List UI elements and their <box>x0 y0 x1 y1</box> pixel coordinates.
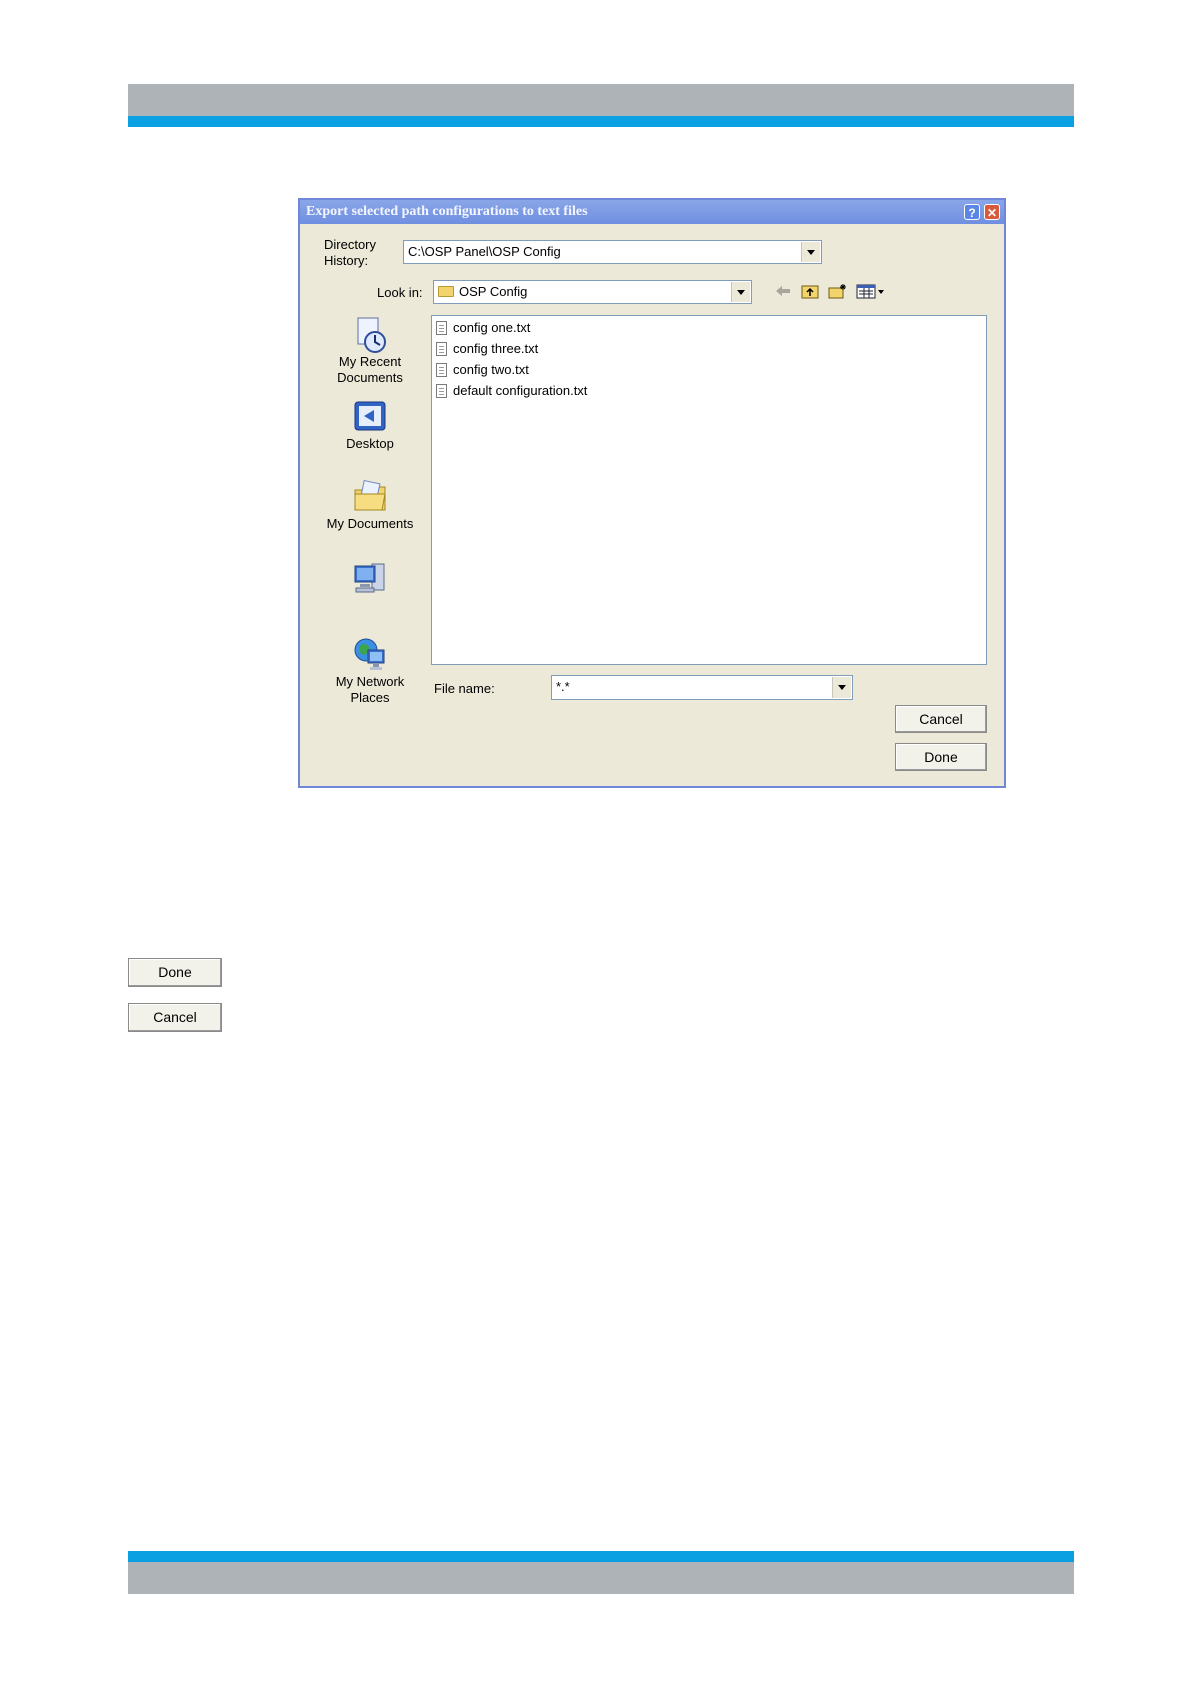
desktop-icon <box>352 398 388 434</box>
page-done-button[interactable]: Done <box>128 958 222 987</box>
place-network-places[interactable]: My Network Places <box>320 636 420 706</box>
place-recent-label: My Recent Documents <box>337 354 403 385</box>
file-name-text: config one.txt <box>453 320 531 335</box>
chevron-down-icon[interactable] <box>731 282 750 302</box>
new-folder-icon[interactable] <box>828 282 848 300</box>
place-desktop[interactable]: Desktop <box>320 398 420 451</box>
recent-documents-icon <box>352 316 388 353</box>
file-name-input[interactable]: *.* <box>551 675 853 700</box>
directory-history-label: Directory History: <box>324 237 377 268</box>
up-folder-icon[interactable] <box>800 282 820 300</box>
back-arrow-icon[interactable] <box>773 282 793 300</box>
text-file-icon <box>436 342 447 356</box>
place-network-label: My Network Places <box>335 674 405 705</box>
text-file-icon <box>436 321 447 335</box>
place-my-computer[interactable] <box>320 560 420 598</box>
list-item[interactable]: default configuration.txt <box>436 383 587 403</box>
text-file-icon <box>436 384 447 398</box>
file-list[interactable]: config one.txt config three.txt config t… <box>431 315 987 665</box>
header-blue-bar <box>128 116 1074 127</box>
dialog-titlebar: Export selected path configurations to t… <box>300 200 1004 224</box>
header-gray-bar <box>128 84 1074 116</box>
list-item[interactable]: config one.txt <box>436 320 530 340</box>
cancel-button[interactable]: Cancel <box>895 705 987 733</box>
view-menu-icon[interactable] <box>856 282 886 300</box>
done-button[interactable]: Done <box>895 743 987 771</box>
text-file-icon <box>436 363 447 377</box>
look-in-value: OSP Config <box>459 284 528 299</box>
export-dialog: Export selected path configurations to t… <box>298 198 1006 788</box>
chevron-down-icon[interactable] <box>801 242 820 262</box>
place-my-documents[interactable]: My Documents <box>320 478 420 531</box>
directory-history-value: C:\OSP Panel\OSP Config <box>408 244 561 259</box>
my-documents-icon <box>352 478 388 514</box>
place-recent-documents[interactable]: My Recent Documents <box>320 316 420 386</box>
list-item[interactable]: config three.txt <box>436 341 538 361</box>
dialog-title: Export selected path configurations to t… <box>306 204 588 219</box>
directory-history-combo[interactable]: C:\OSP Panel\OSP Config <box>403 240 822 264</box>
list-item[interactable]: config two.txt <box>436 362 529 382</box>
file-name-label: File name: <box>434 681 495 696</box>
footer-gray-bar <box>128 1562 1074 1594</box>
look-in-label: Look in: <box>377 285 423 300</box>
help-button[interactable]: ? <box>964 204 980 220</box>
chevron-down-icon[interactable] <box>832 677 851 698</box>
page-cancel-button[interactable]: Cancel <box>128 1003 222 1032</box>
network-places-icon <box>352 636 388 672</box>
file-name-value: *.* <box>556 679 570 694</box>
folder-icon <box>438 286 454 297</box>
place-my-documents-label: My Documents <box>326 516 414 531</box>
file-name-text: config three.txt <box>453 341 539 356</box>
look-in-combo[interactable]: OSP Config <box>433 280 752 304</box>
close-button[interactable]: ✕ <box>984 204 1000 220</box>
look-in-value-wrap: OSP Config <box>438 284 527 299</box>
place-desktop-label: Desktop <box>346 436 394 451</box>
file-name-text: default configuration.txt <box>453 383 588 398</box>
my-computer-icon <box>352 560 388 596</box>
footer-blue-bar <box>128 1551 1074 1562</box>
file-name-text: config two.txt <box>453 362 529 377</box>
